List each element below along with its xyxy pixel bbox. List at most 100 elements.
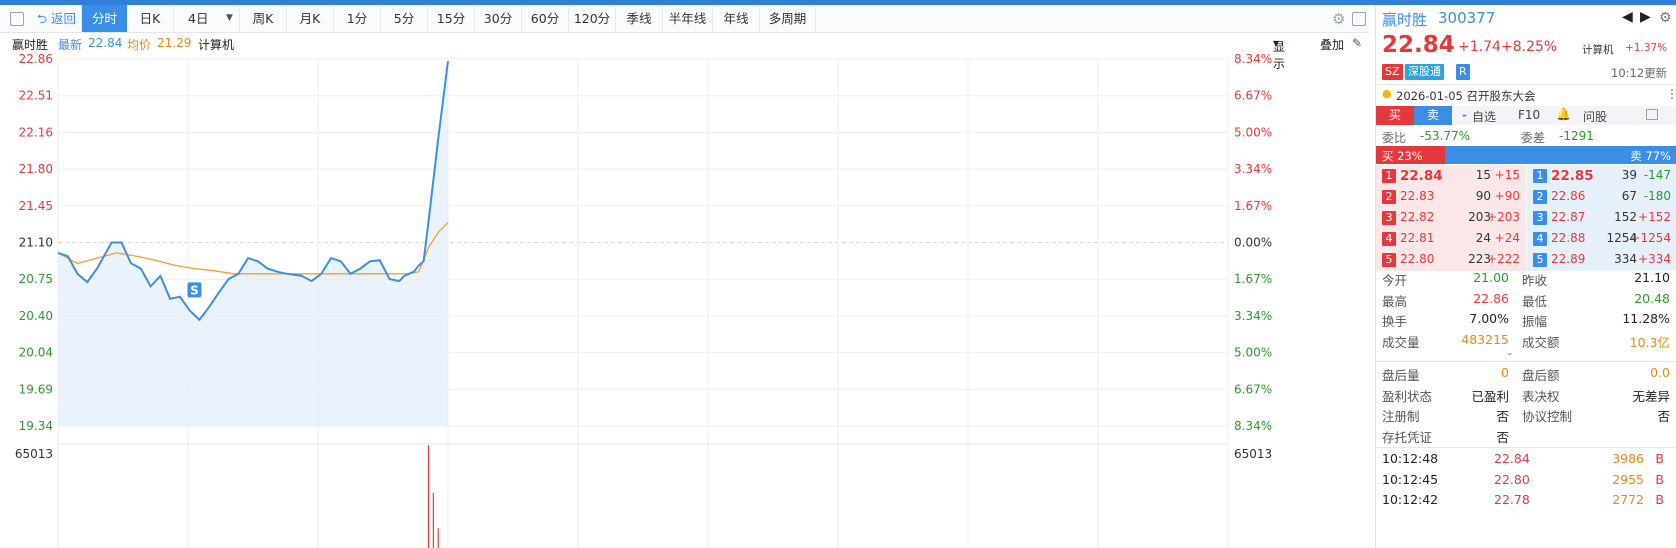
ask-price[interactable]: 22.89 [1551,252,1585,266]
ask-button[interactable]: 问股 [1583,108,1607,125]
back-button[interactable]: ⮌ 返回 [32,5,82,32]
bid-change: +90 [1494,189,1520,203]
quote-stock-name: 赢时胜 [1382,11,1428,29]
y-tick-label: 20.40 [19,309,53,323]
bid-price[interactable]: 22.80 [1400,252,1434,266]
gear-icon[interactable]: ⚙ [1659,10,1672,26]
latest-label: 最新 [58,38,83,52]
sell-button[interactable]: 卖 [1414,106,1452,125]
y-pct-tick-label: 1.67% [1234,199,1272,213]
tab-multi-period[interactable]: 多周期 [760,5,816,32]
tab-daily-k[interactable]: 日K [127,5,174,32]
tab-30min[interactable]: 30分 [475,5,522,32]
panel-toggle-icon[interactable] [1352,12,1366,26]
ask-price[interactable]: 22.85 [1551,168,1594,184]
ask-level: 3 [1533,211,1547,225]
buy-pct: 买 23% [1382,149,1423,163]
orderbook-row: 4 22.81 24 +24 4 22.88 1254 +1254 [1376,228,1676,250]
tab-intraday[interactable]: 分时 [82,5,127,32]
tab-halfyear[interactable]: 半年线 [663,5,713,32]
stat-label: 盘后量 [1382,368,1420,383]
stock-name: 赢时胜 [12,38,49,52]
stat-value: 0 [1501,365,1509,380]
stat-label: 换手 [1382,314,1408,329]
y-tick-label: 19.34 [19,419,53,433]
tick-direction: B [1655,471,1664,487]
tab-quarter[interactable]: 季线 [616,5,663,32]
panel-icon[interactable] [1646,109,1658,120]
tick-volume: 2955 [1612,471,1644,487]
watchlist-button[interactable]: 自选 [1472,108,1496,125]
sector-name[interactable]: 计算机 [1582,42,1614,57]
tab-60min[interactable]: 60分 [522,5,569,32]
notice-text[interactable]: 2026-01-05 召开股东大会 [1396,88,1536,104]
gear-icon[interactable]: ⚙ [1332,10,1345,28]
ask-price[interactable]: 22.88 [1551,231,1585,245]
volume-panel: 65013 65013 [15,445,1272,548]
ask-qty: 334 [1614,252,1637,266]
quote-stock-code: 300377 [1438,9,1496,27]
bell-icon[interactable]: 🔔 [1556,107,1571,121]
tab-1min[interactable]: 1分 [334,5,381,32]
y-tick-label: 21.10 [19,236,53,250]
tag-r: R [1456,64,1470,80]
bid-qty: 15 [1475,168,1491,182]
y-tick-label: 22.51 [19,89,53,103]
minus-icon: - [1462,108,1467,122]
stat-label: 协议控制 [1522,409,1573,424]
tick-direction: B [1655,451,1664,466]
expand-chevron-icon[interactable]: ⌄ [1506,348,1514,358]
y-tick-label: 21.45 [19,199,53,213]
y-pct-tick-label: 5.00% [1234,125,1272,139]
stat-label: 存托凭证 [1382,429,1433,445]
chevron-down-icon[interactable]: ▼ [226,5,233,32]
tab-5min[interactable]: 5分 [381,5,428,32]
weibi-label: 委比 [1382,131,1407,145]
ask-change: +1254 [1630,231,1671,245]
tab-4day[interactable]: 4日 ▼ [174,5,240,32]
quote-change: +1.74 [1458,39,1501,55]
ask-qty: 67 [1621,189,1637,203]
tab-15min[interactable]: 15分 [428,5,475,32]
bid-level: 3 [1382,211,1396,225]
y-pct-tick-label: 1.67% [1234,272,1272,286]
y-pct-tick-label: 0.00% [1234,236,1272,250]
ask-price[interactable]: 22.86 [1551,189,1585,203]
more-icon[interactable]: ⋮ [1666,87,1676,101]
tab-120min[interactable]: 120分 [569,5,616,32]
stat-value: 20.48 [1634,290,1670,306]
tick-volume: 2772 [1612,492,1644,507]
stat-label: 表决权 [1522,388,1560,404]
overlay-button[interactable]: 叠加 [1320,36,1344,53]
price-area-fill [58,61,448,426]
ask-change: -180 [1643,189,1671,203]
stat-value: 7.00% [1469,311,1509,326]
bid-price[interactable]: 22.84 [1400,168,1443,184]
tab-weekly-k[interactable]: 周K [240,5,287,32]
stat-value: 否 [1496,429,1509,445]
latest-value: 22.84 [88,36,123,50]
bid-level: 2 [1382,190,1396,204]
ask-price[interactable]: 22.87 [1551,210,1585,224]
bid-level: 1 [1382,169,1396,183]
intraday-chart[interactable]: 22.86 22.51 22.16 21.80 21.45 21.10 20.75 20.40… [0,54,1369,548]
buy-button[interactable]: 买 [1376,106,1414,125]
next-stock-icon[interactable]: ▶ [1640,9,1651,25]
orderbook-row: 3 22.82 203 +203 3 22.87 152 +152 [1376,207,1676,229]
sector-pct: +1.37% [1625,42,1668,54]
prev-stock-icon[interactable]: ◀ [1622,9,1633,25]
stat-value: 11.28% [1622,311,1670,326]
tab-year[interactable]: 年线 [713,5,760,32]
draw-pen-icon[interactable]: ✎ [1352,36,1362,50]
stat-value: 0.0 [1650,365,1670,380]
sidebar-toggle-icon[interactable] [10,12,24,26]
display-dropdown[interactable]: 显示 ▾ [1273,36,1285,71]
bid-price[interactable]: 22.83 [1400,189,1434,203]
f10-button[interactable]: F10 [1518,108,1540,122]
bid-price[interactable]: 22.82 [1400,210,1434,224]
stat-value: 否 [1657,409,1670,424]
y-pct-tick-label: 6.67% [1234,89,1272,103]
bid-price[interactable]: 22.81 [1400,231,1434,245]
tick-time: 10:12:45 [1382,471,1439,487]
tab-monthly-k[interactable]: 月K [287,5,334,32]
